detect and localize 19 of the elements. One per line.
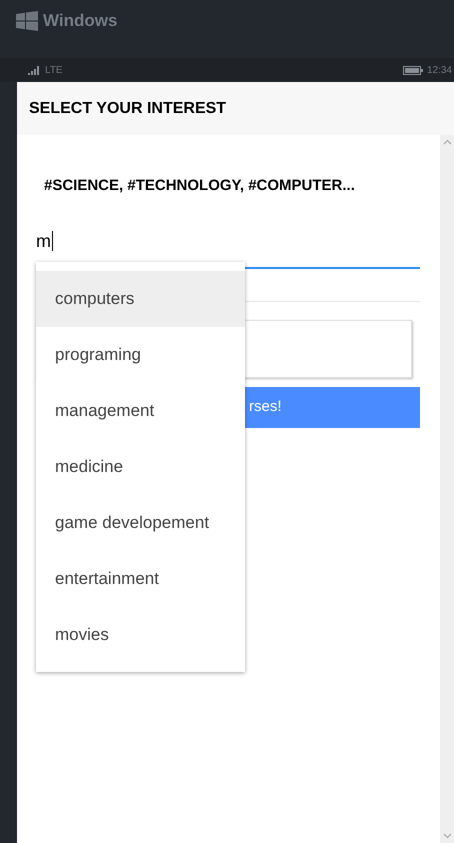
header-title: SELECT YOUR INTEREST: [29, 98, 226, 118]
scroll-down-icon[interactable]: [442, 833, 452, 839]
scroll-up-icon[interactable]: [442, 139, 452, 145]
network-label: LTE: [45, 64, 63, 78]
search-value: m: [36, 231, 53, 251]
suggestion-item[interactable]: management: [36, 383, 245, 439]
scrollbar[interactable]: [440, 135, 454, 843]
clock: 12:34: [426, 64, 452, 78]
suggestion-item[interactable]: entertainment: [36, 551, 245, 607]
suggestion-item[interactable]: game developement: [36, 495, 245, 551]
selected-tags: #SCIENCE, #TECHNOLOGY, #COMPUTER...: [44, 175, 355, 198]
windows-logo-icon: [16, 11, 38, 31]
battery-icon: [402, 66, 423, 74]
signal-icon: [28, 66, 42, 74]
window-title: Windows: [43, 11, 118, 31]
suggestion-item[interactable]: programing: [36, 327, 245, 383]
suggestion-item[interactable]: computers: [36, 271, 245, 327]
suggestion-item[interactable]: movies: [36, 607, 245, 663]
suggestion-item[interactable]: medicine: [36, 439, 245, 495]
